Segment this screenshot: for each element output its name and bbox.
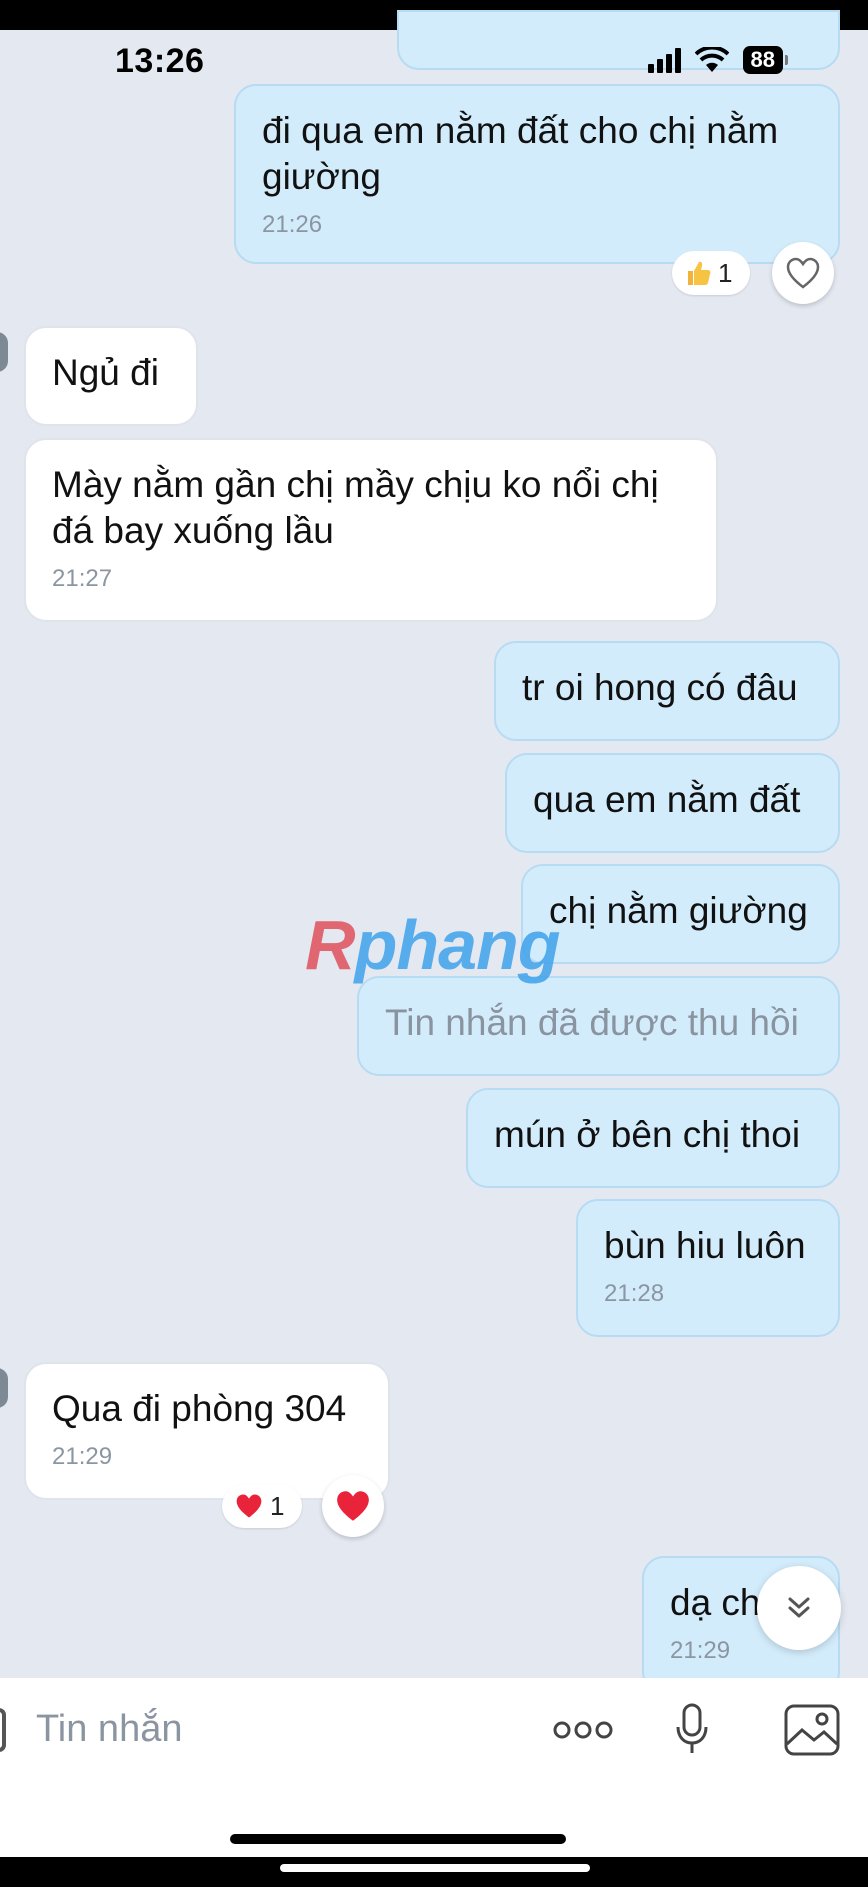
message-text: tr oi hong có đâu — [522, 667, 798, 708]
message-text: Mày nằm gần chị mầy chịu ko nổi chị đá b… — [52, 464, 659, 551]
cellular-signal-icon — [647, 47, 681, 73]
home-indicator-secondary — [280, 1864, 590, 1872]
message-incoming[interactable]: Mày nằm gần chị mầy chịu ko nổi chị đá b… — [24, 438, 718, 622]
message-text: qua em nằm đất — [533, 779, 801, 820]
message-text: bùn hiu luôn — [604, 1225, 806, 1266]
heart-reaction-button[interactable] — [322, 1475, 384, 1537]
message-text: Ngủ đi — [52, 352, 159, 393]
reaction-count: 1 — [718, 257, 733, 288]
avatar[interactable] — [0, 332, 8, 372]
watermark-logo: Rphang — [305, 906, 561, 984]
message-outgoing[interactable]: đi qua em nằm đất cho chị nằm giường 21:… — [234, 84, 840, 264]
message-text: chị nằm giường — [549, 890, 808, 931]
double-chevron-down-icon — [788, 1597, 810, 1618]
message-recalled[interactable]: Tin nhắn đã được thu hồi — [357, 976, 840, 1076]
reaction-badge[interactable]: 1 — [222, 1484, 302, 1528]
heart-icon — [236, 1494, 262, 1518]
message-text: mún ở bên chị thoi — [494, 1114, 801, 1155]
message-time: 21:26 — [262, 211, 323, 238]
message-incoming[interactable]: Ngủ đi — [24, 326, 198, 426]
message-text: dạ ch — [670, 1582, 761, 1623]
message-time: 21:27 — [52, 565, 113, 592]
message-outgoing[interactable]: chị nằm giường — [521, 864, 840, 964]
message-text: Tin nhắn đã được thu hồi — [385, 1002, 799, 1043]
more-options-button[interactable] — [550, 1702, 616, 1758]
wifi-icon — [694, 47, 729, 72]
message-time: 21:28 — [604, 1280, 665, 1307]
message-outgoing[interactable]: qua em nằm đất — [505, 753, 840, 853]
message-composer — [0, 1678, 868, 1857]
status-time: 13:26 — [115, 42, 205, 80]
emoji-icon[interactable] — [0, 1708, 6, 1752]
message-outgoing[interactable]: bùn hiu luôn 21:28 — [576, 1199, 840, 1337]
like-reaction-button[interactable] — [772, 242, 834, 304]
bottom-black-bar — [0, 1857, 868, 1887]
message-text: đi qua em nằm đất cho chị nằm giường — [262, 110, 779, 197]
scroll-to-bottom-button[interactable] — [757, 1566, 841, 1650]
heart-icon — [337, 1491, 369, 1521]
message-outgoing[interactable]: mún ở bên chị thoi — [466, 1088, 840, 1188]
reaction-badge[interactable]: 1 — [672, 251, 750, 295]
message-text: Qua đi phòng 304 — [52, 1388, 347, 1429]
battery-indicator: 88 — [742, 46, 789, 74]
home-indicator — [230, 1834, 566, 1844]
more-dots-icon — [553, 1721, 613, 1739]
thumbs-up-icon — [688, 261, 711, 285]
voice-record-button[interactable] — [670, 1702, 714, 1758]
avatar[interactable] — [0, 1368, 8, 1408]
message-input[interactable] — [34, 1696, 498, 1762]
microphone-icon — [676, 1703, 708, 1753]
message-outgoing[interactable]: tr oi hong có đâu — [494, 641, 840, 741]
heart-outline-icon — [786, 257, 820, 289]
reaction-count: 1 — [270, 1490, 285, 1521]
message-time: 21:29 — [52, 1443, 113, 1470]
status-icons: 88 — [647, 46, 789, 74]
photo-button[interactable] — [782, 1702, 842, 1758]
image-icon — [784, 1704, 840, 1756]
